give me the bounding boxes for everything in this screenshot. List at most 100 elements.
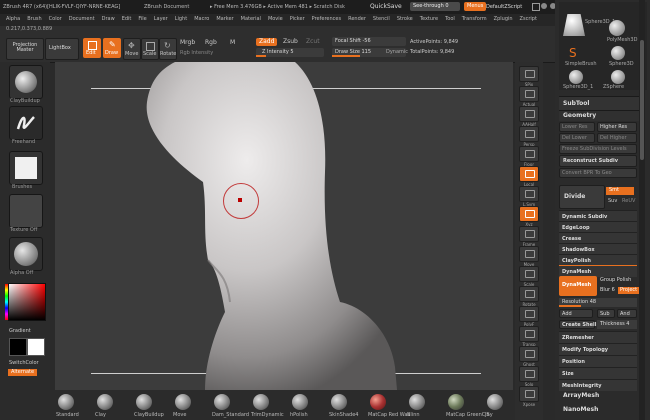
shelf-button-scale[interactable]: Scale (519, 266, 539, 287)
shelf-button-rotate[interactable]: Rotate (519, 286, 539, 307)
menu-picker[interactable]: Picker (290, 17, 305, 22)
skinshade4-icon[interactable] (331, 394, 347, 410)
menu-marker[interactable]: Marker (216, 17, 233, 22)
menu-macro[interactable]: Macro (194, 17, 209, 22)
menu-edit[interactable]: Edit (122, 17, 132, 22)
shelf-button-polyf[interactable]: PolyF (519, 306, 539, 327)
subpalette-zremesher[interactable]: ZRemesher (559, 331, 637, 343)
material-thumbnail[interactable] (9, 237, 43, 271)
higher-res-button[interactable]: Higher Res (597, 122, 637, 132)
tool-thumb-4[interactable] (611, 46, 625, 60)
lower-res-button[interactable]: Lower Res (559, 122, 595, 132)
tray-scrollbar[interactable] (639, 0, 645, 420)
menu-render[interactable]: Render (348, 17, 366, 22)
menu-light[interactable]: Light (175, 17, 187, 22)
mrgb-toggle[interactable]: Mrgb (180, 40, 195, 46)
lightbox-button[interactable]: LightBox (45, 38, 79, 60)
focal-shift-slider[interactable]: Focal Shift -56 (332, 37, 406, 46)
blur-slider[interactable]: Blur 6 (600, 288, 615, 293)
claybuildup-icon[interactable] (136, 394, 152, 410)
sub-button[interactable]: Sub (597, 309, 615, 318)
shelf-button-xyz[interactable]: Xyz (519, 206, 539, 227)
shelf-button-spix[interactable]: SPix (519, 66, 539, 87)
main-color-swatch[interactable] (9, 338, 27, 356)
menu-brush[interactable]: Brush (27, 17, 41, 22)
shelf-button-xpose[interactable]: Xpose (519, 386, 539, 407)
arraymesh-header[interactable]: ArrayMesh (563, 393, 599, 399)
tray-scroll-thumb[interactable] (640, 40, 644, 160)
menu-stencil[interactable]: Stencil (373, 17, 390, 22)
group-polish-toggle[interactable]: Group Polish (600, 278, 631, 283)
z-intensity-slider[interactable]: Z Intensity 5 (256, 48, 324, 57)
smt-toggle[interactable]: Smt (606, 187, 634, 195)
subpalette-position[interactable]: Position (559, 355, 637, 367)
add-button[interactable]: Add (559, 309, 593, 318)
hpolish-icon[interactable] (292, 394, 308, 410)
shelf-button-solo[interactable]: Solo (519, 366, 539, 387)
simple-brush-icon[interactable]: S (569, 46, 583, 60)
alpha-thumbnail[interactable] (9, 151, 43, 185)
menu-stroke[interactable]: Stroke (397, 17, 413, 22)
menu-layer[interactable]: Layer (154, 17, 168, 22)
menu-movie[interactable]: Movie (268, 17, 283, 22)
canvas-viewport[interactable] (55, 62, 513, 390)
menu-document[interactable]: Document (69, 17, 95, 22)
nanomesh-header[interactable]: NanoMesh (563, 407, 598, 413)
menu-texture[interactable]: Texture (420, 17, 438, 22)
standard-icon[interactable] (58, 394, 74, 410)
clay-icon[interactable] (97, 394, 113, 410)
move-icon[interactable] (175, 394, 191, 410)
shelf-button-aahalf[interactable]: AAHalf (519, 106, 539, 127)
quicksave-button[interactable]: QuickSave (370, 4, 402, 10)
menus-button[interactable]: Menus (464, 2, 487, 11)
rotate-button[interactable]: ↻ Rotate (159, 38, 177, 60)
shelf-button-floor[interactable]: Floor (519, 146, 539, 167)
zcut-toggle[interactable]: Zcut (306, 39, 320, 45)
subpalette-size[interactable]: Size (559, 367, 637, 379)
menu-preferences[interactable]: Preferences (312, 17, 341, 22)
switch-color-button[interactable]: SwitchColor (9, 361, 39, 366)
m-toggle[interactable]: M (230, 40, 235, 46)
thickness-slider[interactable]: Thickness 4 (597, 320, 637, 329)
rgb-intensity-slider[interactable]: Rgb Intensity (180, 51, 213, 56)
shelf-button-ghost[interactable]: Ghost (519, 346, 539, 367)
edit-button[interactable]: Edit (83, 38, 101, 58)
shelf-button-transp[interactable]: Transp (519, 326, 539, 347)
shelf-button-frame[interactable]: Frame (519, 226, 539, 247)
dam-standard-icon[interactable] (214, 394, 230, 410)
blinn-icon[interactable] (409, 394, 425, 410)
zadd-toggle[interactable]: Zadd (256, 38, 278, 46)
rgb-toggle[interactable]: Rgb (205, 40, 217, 46)
menu-zscript[interactable]: Zscript (520, 17, 537, 22)
see-through-slider[interactable]: See-through 0 (410, 2, 460, 11)
alternate-button[interactable]: Alternate (8, 369, 38, 376)
js-icon[interactable] (487, 394, 503, 410)
scale-button[interactable]: Scale (141, 38, 159, 60)
shelf-button-persp[interactable]: Persp (519, 126, 539, 147)
shelf-button-move[interactable]: Move (519, 246, 539, 267)
shelf-button-l-sym[interactable]: L.Sym (519, 186, 539, 207)
dynamic-toggle[interactable]: Dynamic (386, 50, 408, 55)
stroke-thumbnail[interactable] (9, 106, 43, 140)
resolution-slider[interactable]: Resolution 48 (559, 298, 637, 307)
menu-zplugin[interactable]: Zplugin (494, 17, 513, 22)
menu-transform[interactable]: Transform (462, 17, 487, 22)
divide-button[interactable]: Divide (559, 185, 605, 209)
shelf-button-actual[interactable]: Actual (519, 86, 539, 107)
tool-thumb-2[interactable] (609, 20, 625, 36)
dynamesh-button[interactable]: DynaMesh (559, 276, 597, 296)
convert-bpr-button[interactable]: Convert BPR To Geo (559, 168, 637, 178)
tool-thumb-6[interactable] (611, 70, 625, 84)
del-higher-button[interactable]: Del Higher (597, 133, 637, 143)
move-button[interactable]: ✥ Move (123, 38, 141, 60)
menu-color[interactable]: Color (49, 17, 62, 22)
create-shell-button[interactable]: Create Shell (559, 320, 596, 329)
menu-file[interactable]: File (138, 17, 146, 22)
texture-thumbnail[interactable] (9, 194, 43, 228)
subpalette-modify-topology[interactable]: Modify Topology (559, 343, 637, 355)
projection-master-button[interactable]: Projection Master (6, 38, 44, 60)
zsub-toggle[interactable]: Zsub (283, 39, 298, 45)
freeze-subdiv-button[interactable]: Freeze SubDivision Levels (559, 144, 637, 154)
default-zscript-button[interactable]: DefaultZScript (486, 5, 522, 10)
suv-toggle[interactable]: Suv (608, 199, 617, 204)
